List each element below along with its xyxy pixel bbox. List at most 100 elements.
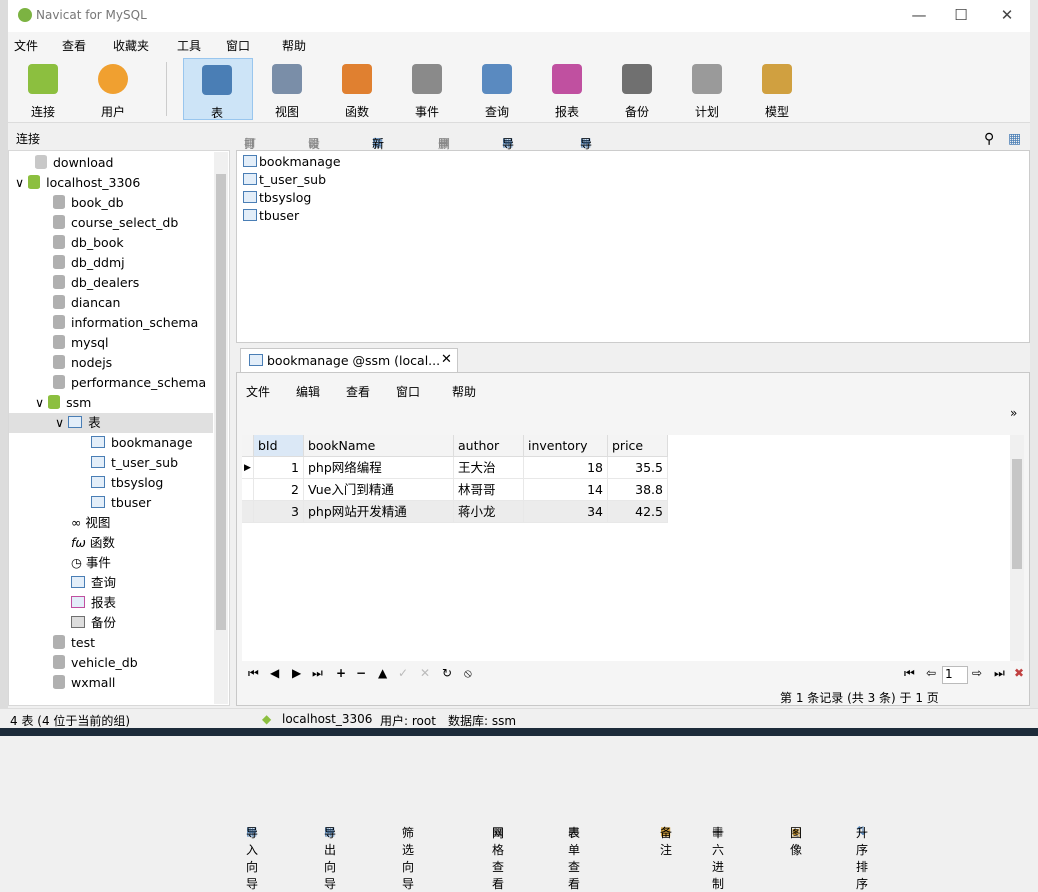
menu-view[interactable]: 查看 [62,37,86,54]
menu-help[interactable]: 帮助 [282,37,306,54]
tree-item-download[interactable]: download [35,153,113,173]
next-record-icon[interactable]: ▶ [292,666,301,680]
menu-window[interactable]: 窗口 [226,37,250,54]
tree-item-table[interactable]: tbsyslog [91,473,163,493]
tree-item-events[interactable]: ◷ 事件 [71,553,111,573]
tree-item-queries[interactable]: 查询 [71,573,116,593]
menu-favorites[interactable]: 收藏夹 [113,37,149,54]
stop-icon[interactable]: ⦸ [464,666,472,681]
tree-item-ssm[interactable]: ∨ ssm [35,393,91,413]
last-record-icon[interactable]: ⏭ [312,666,323,681]
tree-item-db[interactable]: book_db [53,193,124,213]
tab-close-icon[interactable]: ✕ [441,352,452,367]
grid-view-icon[interactable]: ▦ [1008,131,1021,147]
tree-item-db[interactable]: performance_schema [53,373,206,393]
toolbar-schedule-button[interactable]: 计划 [674,58,740,119]
prev-record-icon[interactable]: ◀ [270,666,279,680]
first-page-icon[interactable]: ⏮ [904,666,915,681]
confirm-icon[interactable]: ✓ [398,666,408,680]
column-header[interactable]: author [454,435,524,457]
settings-icon[interactable]: ✖ [1014,666,1024,680]
toolbar-user-button[interactable]: 用户 [80,58,146,119]
table-cell[interactable]: 35.5 [608,457,668,479]
scrollbar-thumb[interactable] [1012,459,1022,569]
tree-item-db[interactable]: information_schema [53,313,198,333]
next-page-icon[interactable]: ⇨ [972,666,982,680]
tree-scrollbar[interactable] [214,152,228,704]
tree-item-backups[interactable]: 备份 [71,613,116,633]
add-record-icon[interactable]: + [336,666,346,680]
tree-item-db[interactable]: nodejs [53,353,112,373]
refresh-icon[interactable]: ↻ [442,666,452,680]
editor-menu-help[interactable]: 帮助 [452,383,476,400]
editor-menu-edit[interactable]: 编辑 [296,383,320,400]
table-cell[interactable]: php网站开发精通 [304,501,454,523]
toolbar-connect-button[interactable]: 连接 [10,58,76,119]
object-item-table[interactable]: tbsyslog [243,189,311,207]
scrollbar-thumb[interactable] [216,174,226,630]
tree-item-db[interactable]: wxmall [53,673,115,693]
tree-item-functions[interactable]: fω 函数 [71,533,115,553]
tree-item-db[interactable]: db_ddmj [53,253,125,273]
tree-item-localhost[interactable]: ∨ localhost_3306 [15,173,140,193]
table-cell[interactable]: 42.5 [608,501,668,523]
object-item-table[interactable]: bookmanage [243,153,341,171]
table-cell[interactable]: 1 [254,457,304,479]
tree-item-db[interactable]: db_dealers [53,273,139,293]
table-cell[interactable]: Vue入门到精通 [304,479,454,501]
tree-item-db[interactable]: diancan [53,293,120,313]
page-number-input[interactable]: 1 [942,666,968,684]
toolbar-model-button[interactable]: 模型 [744,58,810,119]
delete-record-icon[interactable]: − [356,666,366,680]
editor-menu-file[interactable]: 文件 [246,383,270,400]
table-cell[interactable]: 林哥哥 [454,479,524,501]
tree-item-db[interactable]: course_select_db [53,213,178,233]
toolbar-function-button[interactable]: 函数 [324,58,390,119]
tree-item-db[interactable]: db_book [53,233,124,253]
toolbar-backup-button[interactable]: 备份 [604,58,670,119]
table-cell[interactable]: 3 [254,501,304,523]
tree-item-table[interactable]: t_user_sub [91,453,178,473]
tree-item-views[interactable]: ∞ 视图 [71,513,110,533]
search-icon[interactable]: ⚲ [984,131,994,147]
object-item-table[interactable]: t_user_sub [243,171,326,189]
grid-scrollbar[interactable] [1010,435,1024,661]
tree-item-db[interactable]: vehicle_db [53,653,138,673]
column-header[interactable]: bId [254,435,304,457]
column-header[interactable]: bookName [304,435,454,457]
column-header[interactable]: price [608,435,668,457]
menu-tools[interactable]: 工具 [177,37,201,54]
close-button[interactable]: ✕ [992,4,1022,26]
editor-menu-view[interactable]: 查看 [346,383,370,400]
table-cell[interactable]: 王大治 [454,457,524,479]
toolbar-view-button[interactable]: 视图 [254,58,320,119]
minimize-button[interactable]: — [904,4,934,26]
table-cell[interactable]: 34 [524,501,608,523]
table-cell[interactable]: 蒋小龙 [454,501,524,523]
tree-item-reports[interactable]: 报表 [71,593,116,613]
toolbar-table-button[interactable]: 表 [183,58,253,120]
toolbar-event-button[interactable]: 事件 [394,58,460,119]
last-page-icon[interactable]: ⏭ [994,666,1005,681]
column-header[interactable]: inventory [524,435,608,457]
toolbar-query-button[interactable]: 查询 [464,58,530,119]
table-cell[interactable]: 38.8 [608,479,668,501]
table-cell[interactable]: 2 [254,479,304,501]
chevron-more-icon[interactable]: » [1010,406,1017,420]
editor-menu-window[interactable]: 窗口 [396,383,420,400]
tree-item-db[interactable]: mysql [53,333,109,353]
tree-item-table[interactable]: tbuser [91,493,151,513]
table-cell[interactable]: 14 [524,479,608,501]
table-cell[interactable]: 18 [524,457,608,479]
editor-tab[interactable]: bookmanage @ssm (local... ✕ [240,348,458,373]
tree-item-table[interactable]: bookmanage [91,433,193,453]
apply-changes-icon[interactable]: ▲ [378,666,387,680]
maximize-button[interactable]: ☐ [946,4,976,26]
first-record-icon[interactable]: ⏮ [248,666,259,681]
toolbar-report-button[interactable]: 报表 [534,58,600,119]
object-item-table[interactable]: tbuser [243,207,299,225]
cancel-edit-icon[interactable]: ✕ [420,666,430,680]
menu-file[interactable]: 文件 [14,37,38,54]
tree-item-tables[interactable]: ∨ 表 [9,413,213,433]
prev-page-icon[interactable]: ⇦ [926,666,936,680]
